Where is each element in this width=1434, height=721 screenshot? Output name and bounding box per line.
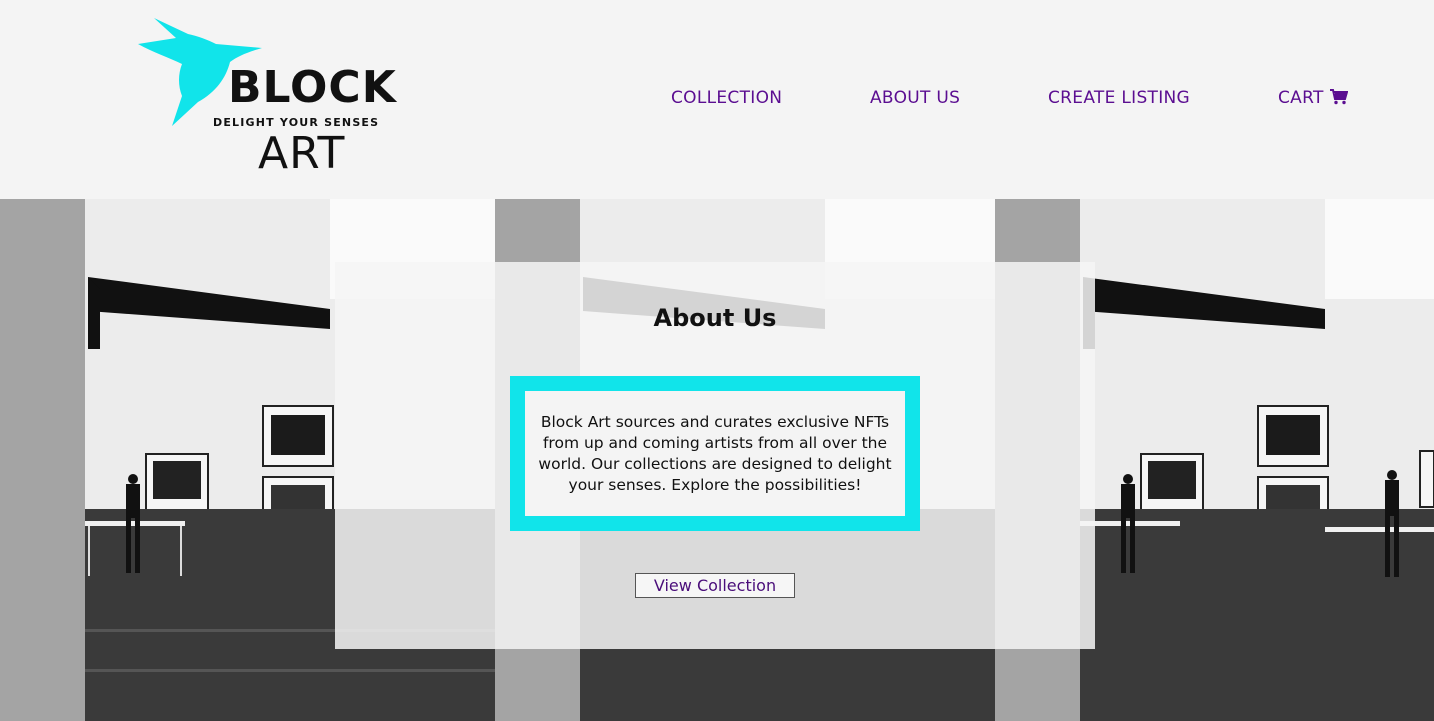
site-header: BLOCK DELIGHT YOUR SENSES ART COLLECTION… xyxy=(0,0,1434,199)
about-description: Block Art sources and curates exclusive … xyxy=(538,412,892,494)
brand-name-bottom: ART xyxy=(258,128,346,179)
about-card: About Us Block Art sources and curates e… xyxy=(335,262,1095,649)
view-collection-button[interactable]: View Collection xyxy=(635,573,795,598)
brand-logo[interactable]: BLOCK DELIGHT YOUR SENSES ART xyxy=(138,16,398,176)
about-title: About Us xyxy=(653,304,777,332)
nav-create-listing[interactable]: CREATE LISTING xyxy=(1048,88,1190,108)
nav-collection[interactable]: COLLECTION xyxy=(671,88,782,108)
nav-cart[interactable]: CART xyxy=(1278,88,1348,108)
brand-name-top: BLOCK xyxy=(228,62,397,113)
shopping-cart-icon xyxy=(1329,89,1348,105)
nav-cart-label: CART xyxy=(1278,88,1324,108)
about-text-box: Block Art sources and curates exclusive … xyxy=(510,376,920,531)
nav-about-us[interactable]: ABOUT US xyxy=(870,88,960,108)
